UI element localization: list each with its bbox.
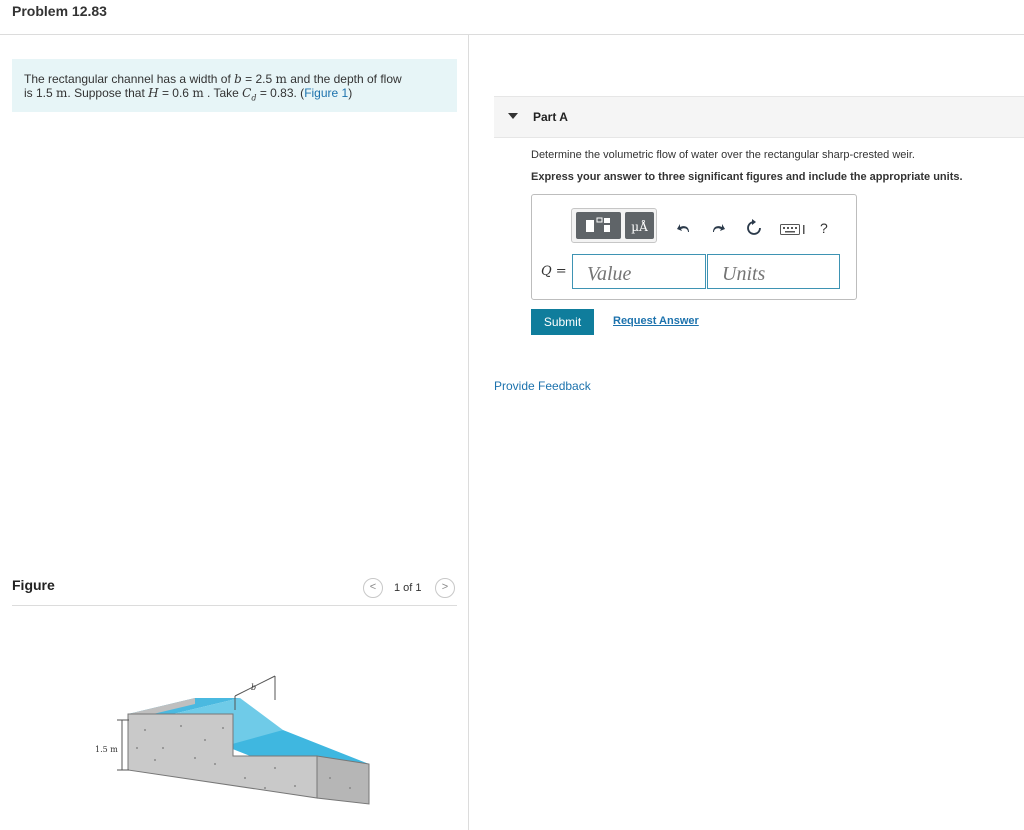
- width-label: b: [251, 683, 256, 692]
- collapse-caret-icon[interactable]: [508, 113, 518, 119]
- part-a-header[interactable]: [494, 96, 1024, 138]
- statement-text: is 1.5: [24, 86, 57, 100]
- answer-equals: =: [551, 264, 567, 279]
- H-value: = 0.6: [158, 86, 193, 100]
- var-b: b: [234, 72, 242, 86]
- weir-channel-figure: 1.5 m b: [95, 675, 370, 805]
- keyboard-icon[interactable]: [780, 224, 806, 236]
- part-a-title[interactable]: Part A: [533, 110, 568, 124]
- figure-divider: [12, 605, 457, 606]
- channel-end-wall: [316, 755, 370, 805]
- statement-text: . Take: [203, 86, 243, 100]
- request-answer-link[interactable]: Request Answer: [613, 315, 699, 327]
- prev-figure-button[interactable]: <: [363, 578, 383, 598]
- figure-link[interactable]: Figure 1: [304, 86, 348, 100]
- help-button[interactable]: ?: [820, 220, 828, 236]
- value-input[interactable]: [572, 254, 706, 289]
- provide-feedback-link[interactable]: Provide Feedback: [494, 379, 591, 393]
- templates-button[interactable]: [576, 212, 621, 239]
- answer-label: Q =: [541, 264, 567, 279]
- depth-label: 1.5 m: [95, 745, 118, 754]
- units-symbol-button[interactable]: µÅ: [625, 212, 654, 239]
- statement-text: and the depth of flow: [286, 72, 402, 86]
- unit-m: m: [56, 86, 68, 100]
- problem-statement: The rectangular channel has a width of b…: [12, 59, 457, 112]
- figure-pager-count: 1 of 1: [394, 582, 422, 594]
- undo-icon[interactable]: [676, 219, 692, 237]
- unit-m: m: [192, 86, 204, 100]
- b-value: = 2.5: [241, 72, 276, 86]
- submit-button[interactable]: Submit: [531, 309, 594, 335]
- instruction-text: Express your answer to three significant…: [531, 171, 963, 183]
- Cd-value: = 0.83. (: [256, 86, 305, 100]
- var-Cd: C: [242, 86, 252, 100]
- figure-heading: Figure: [12, 577, 55, 593]
- statement-text: . Suppose that: [67, 86, 149, 100]
- reset-icon[interactable]: [745, 219, 763, 237]
- channel-side-wall: [127, 713, 318, 799]
- header-divider: [0, 34, 1024, 35]
- question-text: Determine the volumetric flow of water o…: [531, 149, 915, 161]
- unit-m: m: [275, 72, 287, 86]
- next-figure-button[interactable]: >: [435, 578, 455, 598]
- column-divider: [468, 35, 469, 830]
- var-H: H: [148, 86, 159, 100]
- units-input[interactable]: [707, 254, 840, 289]
- problem-title: Problem 12.83: [12, 3, 107, 19]
- redo-icon[interactable]: [710, 219, 726, 237]
- templates-icon: [586, 217, 610, 232]
- answer-variable: Q: [541, 264, 552, 279]
- statement-text: The rectangular channel has a width of: [24, 72, 231, 86]
- statement-text: ): [348, 86, 353, 100]
